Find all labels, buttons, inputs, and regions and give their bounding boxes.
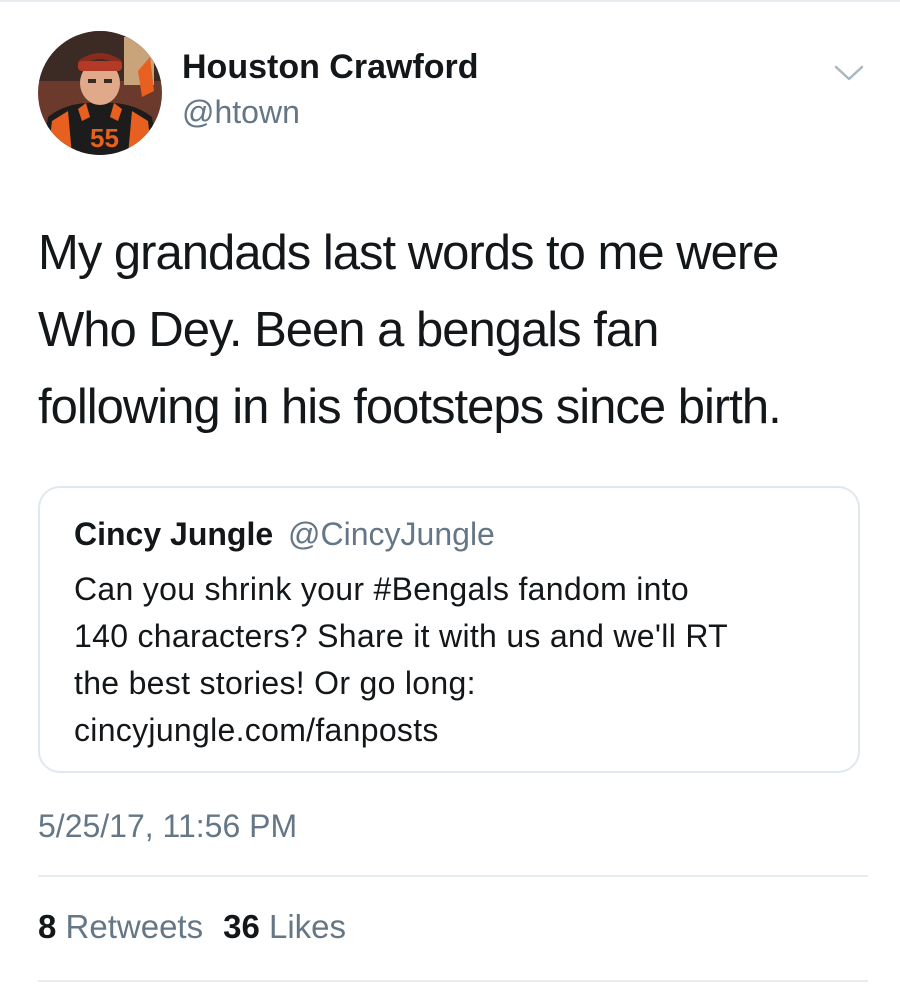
author-display-name[interactable]: Houston Crawford (182, 48, 479, 87)
avatar-image: 55 (38, 31, 162, 155)
chevron-down-icon[interactable] (832, 60, 866, 86)
avatar[interactable]: 55 (38, 31, 162, 155)
quoted-tweet-header: Cincy Jungle @CincyJungle (74, 516, 495, 553)
retweets-count: 8 (38, 908, 57, 945)
top-divider (0, 0, 900, 2)
quoted-tweet-handle: @CincyJungle (288, 516, 495, 552)
stats-divider-top (38, 875, 868, 877)
quoted-tweet-text: Can you shrink your #Bengals fandom into… (74, 566, 844, 754)
quoted-tweet-card[interactable]: Cincy Jungle @CincyJungle Can you shrink… (38, 486, 860, 773)
tweet-text-line: My grandads last words to me were (38, 226, 779, 280)
quoted-tweet-text-line: the best stories! Or go long: (74, 665, 476, 701)
tweet-text-line: Who Dey. Been a bengals fan (38, 303, 659, 357)
quoted-tweet-text-line: 140 characters? Share it with us and we'… (74, 618, 728, 654)
likes-count: 36 (223, 908, 260, 945)
author-handle[interactable]: @htown (182, 94, 300, 131)
quoted-tweet-display-name: Cincy Jungle (74, 516, 274, 552)
stats-divider-bottom (38, 980, 868, 982)
quoted-tweet-text-line: cincyjungle.com/fanposts (74, 712, 439, 748)
tweet-timestamp: 5/25/17, 11:56 PM (38, 808, 298, 844)
likes-label: Likes (268, 908, 347, 945)
tweet-text: My grandads last words to me were Who De… (38, 215, 878, 446)
tweet-stats: 8 Retweets 36 Likes (38, 908, 346, 946)
quoted-tweet-text-line: Can you shrink your #Bengals fandom into (74, 571, 690, 607)
retweets-label: Retweets (65, 908, 204, 945)
retweets-stat[interactable]: 8 Retweets (38, 908, 203, 945)
avatar-jersey-number: 55 (90, 123, 119, 153)
likes-stat[interactable]: 36 Likes (223, 908, 346, 945)
tweet-text-line: following in his footsteps since birth. (38, 380, 782, 434)
